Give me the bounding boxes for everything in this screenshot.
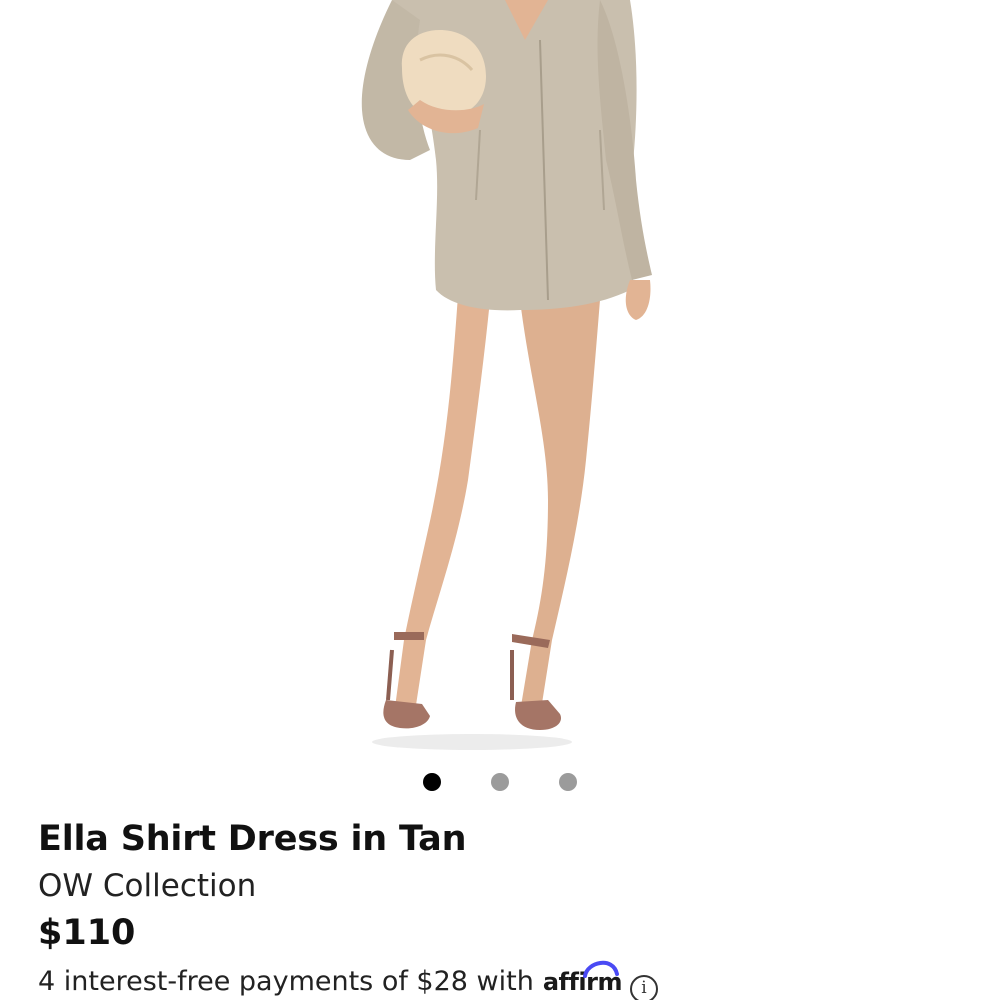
product-page: Ella Shirt Dress in Tan OW Collection $1… [0,0,1000,1000]
affirm-logo[interactable]: affirm [543,961,623,1000]
image-carousel-indicators [0,773,1000,791]
product-price: $110 [38,913,136,953]
model-illustration [361,0,652,750]
affirm-arc-icon [582,961,619,978]
product-brand[interactable]: OW Collection [38,865,978,907]
product-image[interactable] [0,0,1000,760]
financing-message: 4 interest-free payments of $28 with aff… [38,961,978,1000]
product-title: Ella Shirt Dress in Tan [38,819,467,859]
info-icon[interactable]: i [630,974,658,1000]
financing-text: 4 interest-free payments of $28 with [38,966,534,997]
product-info: Ella Shirt Dress in Tan OW Collection $1… [38,815,978,1000]
carousel-dot-1[interactable] [423,773,441,791]
carousel-dot-2[interactable] [491,773,509,791]
carousel-dot-3[interactable] [559,773,577,791]
